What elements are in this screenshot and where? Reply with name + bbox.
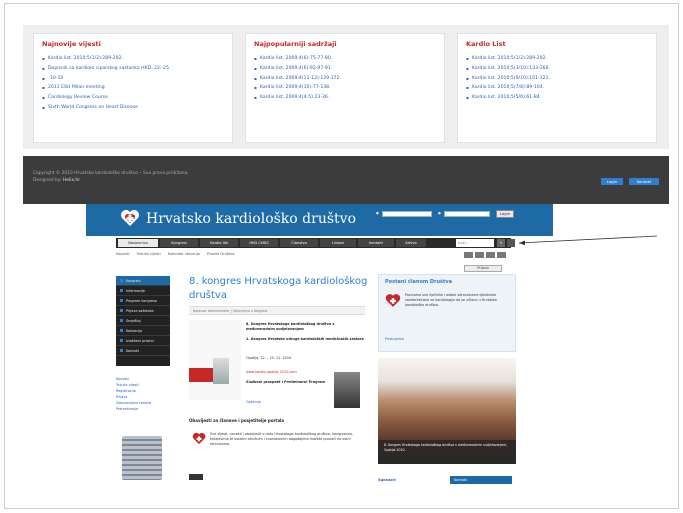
annotation-arrow [518, 235, 658, 246]
